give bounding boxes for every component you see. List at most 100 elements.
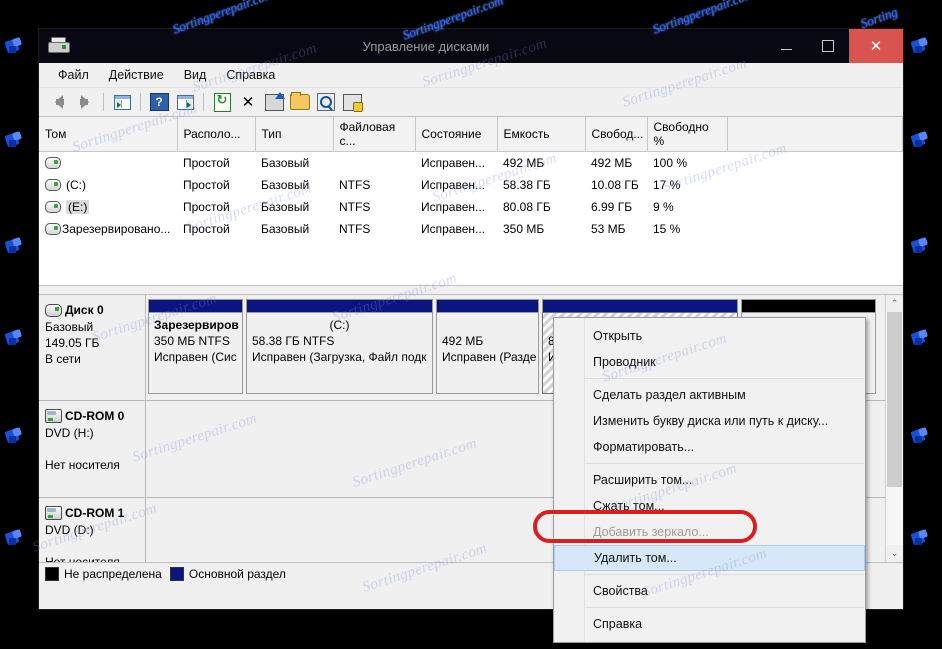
cell-type: Базовый [255,196,333,218]
minimize-button[interactable] [765,29,807,63]
partition-size: 492 МБ [442,333,533,349]
partition-492mb[interactable]: 492 МБ Исправен (Разде [436,299,539,394]
watermark-logo-icon [6,238,28,256]
watermark-logo-icon [912,530,934,548]
cell-capacity: 350 МБ [497,218,585,240]
col-header-free-pct[interactable]: Свободно % [647,117,727,152]
properties-icon[interactable] [262,91,286,113]
partition-status: Исправен (Разде [442,349,533,365]
table-row[interactable]: Простой Базовый Исправен... 492 МБ 492 М… [39,152,903,175]
cell-free-pct: 9 % [647,196,727,218]
forward-arrow-icon[interactable] [73,91,97,113]
col-header-free[interactable]: Свобод... [585,117,647,152]
cell-free: 53 МБ [585,218,647,240]
cell-free-pct: 15 % [647,218,727,240]
col-header-blank[interactable] [727,117,903,152]
partition-capacity-bar [246,299,433,312]
show-hide-console-tree-icon[interactable] [110,91,134,113]
cell-volume: (C:) [66,178,86,192]
back-arrow-icon[interactable] [47,91,71,113]
menu-action[interactable]: Действие [100,65,173,85]
partition-size: 58.38 ГБ NTFS [252,333,427,349]
cell-fs: NTFS [333,174,415,196]
cell-layout: Простой [177,174,255,196]
pane-splitter[interactable] [39,286,903,295]
disk-name: CD-ROM 1 [65,505,124,521]
menu-help[interactable]: Справка [217,65,284,85]
configure-icon[interactable] [340,91,364,113]
cell-layout: Простой [177,152,255,175]
legend-swatch-primary [170,567,184,581]
menu-view[interactable]: Вид [175,65,216,85]
title-bar: Управление дисками ✕ [39,29,903,63]
disk-name: Диск 0 [65,302,104,318]
delete-x-icon[interactable]: ✕ [236,91,260,113]
ctx-explore[interactable]: Проводник [554,349,865,375]
ctx-delete-volume[interactable]: Удалить том... [554,545,865,571]
cell-volume: (E:) [66,200,89,214]
table-row[interactable]: (E:) Простой Базовый NTFS Исправен... 80… [39,196,903,218]
col-header-fs[interactable]: Файловая с... [333,117,415,152]
col-header-type[interactable]: Тип [255,117,333,152]
watermark-logo-icon [6,132,28,150]
cell-status: Исправен... [415,174,497,196]
ctx-separator [585,574,864,575]
disk-info-cdrom1: CD-ROM 1 DVD (D:) Нет носителя [39,498,146,562]
disk-state: Нет носителя [45,554,139,562]
cell-capacity: 58.38 ГБ [497,174,585,196]
ctx-format[interactable]: Форматировать... [554,434,865,460]
menu-file[interactable]: Файл [49,65,98,85]
close-button[interactable]: ✕ [849,29,903,63]
cell-layout: Простой [177,196,255,218]
scroll-up-button[interactable]: ⌃ [886,295,903,312]
ctx-separator [585,378,864,379]
maximize-button[interactable] [807,29,849,63]
ctx-mark-active[interactable]: Сделать раздел активным [554,382,865,408]
cell-status: Исправен... [415,196,497,218]
watermark-logo-icon [6,530,28,548]
disk-info-cdrom0: CD-ROM 0 DVD (H:) Нет носителя [39,401,146,497]
watermark-logo-icon [912,132,934,150]
partition-capacity-bar [542,299,738,312]
partition-status: Исправен (Сис [154,349,237,365]
ctx-help[interactable]: Справка [554,611,865,637]
watermark-logo-icon [6,330,28,348]
ctx-properties[interactable]: Свойства [554,578,865,604]
disk-type: DVD (H:) [45,425,139,441]
col-header-layout[interactable]: Располо... [177,117,255,152]
vertical-scrollbar[interactable]: ⌃ ⌄ [885,295,903,562]
cell-status: Исправен... [415,218,497,240]
partition-system-reserved[interactable]: Зарезервиров 350 МБ NTFS Исправен (Сис [148,299,243,394]
ctx-open[interactable]: Открыть [554,323,865,349]
partition-title: (C:) [252,317,427,333]
table-row[interactable]: Зарезервировано... Простой Базовый NTFS … [39,218,903,240]
volume-list-pane[interactable]: Том Располо... Тип Файловая с... Состоян… [39,117,903,286]
col-header-volume[interactable]: Том [39,117,177,152]
col-header-capacity[interactable]: Емкость [497,117,585,152]
refresh-icon[interactable] [210,91,234,113]
toolbar-separator [103,93,104,111]
ctx-extend-volume[interactable]: Расширить том... [554,467,865,493]
open-folder-icon[interactable] [288,91,312,113]
cell-free: 6.99 ГБ [585,196,647,218]
watermark-logo-icon [912,330,934,348]
scroll-down-button[interactable]: ⌄ [886,545,903,562]
inspect-magnifier-icon[interactable] [314,91,338,113]
col-header-status[interactable]: Состояние [415,117,497,152]
partition-c[interactable]: (C:) 58.38 ГБ NTFS Исправен (Загрузка, Ф… [246,299,433,394]
partition-capacity-bar [436,299,539,312]
scrollbar-thumb[interactable] [887,312,902,487]
ctx-change-letter[interactable]: Изменить букву диска или путь к диску... [554,408,865,434]
disk-management-icon [47,36,69,56]
scrollbar-track[interactable] [886,312,903,545]
volume-table: Том Располо... Тип Файловая с... Состоян… [39,117,903,240]
ctx-separator [585,463,864,464]
disk-state: В сети [45,351,139,367]
volume-icon [45,223,61,235]
delete-volume-highlight-ring [533,510,757,543]
partition-title: Зарезервиров [154,317,237,333]
help-question-icon[interactable]: ? [147,91,171,113]
table-row[interactable]: (C:) Простой Базовый NTFS Исправен... 58… [39,174,903,196]
show-hide-action-pane-icon[interactable] [173,91,197,113]
ctx-separator [585,607,864,608]
